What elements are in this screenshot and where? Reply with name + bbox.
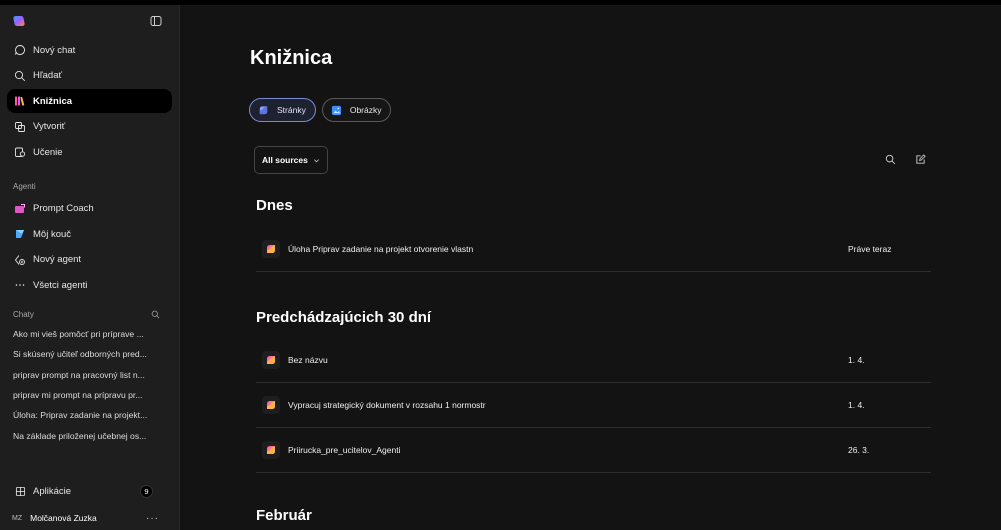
my-coach-icon bbox=[13, 227, 27, 241]
prompt-coach-icon bbox=[13, 202, 27, 216]
learning-icon bbox=[13, 145, 27, 159]
chat-title: Ako mi vieš pomôcť pri príprave ... bbox=[13, 329, 144, 340]
file-row[interactable]: Vypracuj strategický dokument v rozsahu … bbox=[256, 383, 931, 428]
chat-bubble-icon bbox=[13, 43, 27, 57]
sidebar-item-apps[interactable]: Aplikácie 9 bbox=[7, 479, 172, 503]
chat-title: Si skúsený učiteľ odborných pred... bbox=[13, 349, 147, 360]
chats-label-text: Chaty bbox=[13, 309, 34, 319]
sidebar-item-new-chat[interactable]: Nový chat bbox=[7, 38, 172, 62]
section-title-today: Dnes bbox=[256, 197, 293, 214]
sidebar-item-new-agent[interactable]: Nový agent bbox=[7, 247, 172, 273]
tab-images[interactable]: Obrázky bbox=[321, 98, 392, 122]
sidebar-item-my-coach[interactable]: Môj kouč bbox=[7, 222, 172, 248]
more-icon bbox=[13, 278, 27, 292]
chat-title: priprav prompt na pracovný list n... bbox=[13, 369, 145, 380]
file-name: Bez názvu bbox=[288, 355, 328, 365]
chats-section-label: Chaty bbox=[0, 304, 179, 324]
sidebar-toggle-icon[interactable] bbox=[150, 15, 162, 27]
sidebar-item-label: Všetci agenti bbox=[33, 279, 88, 291]
chevron-down-icon bbox=[313, 158, 319, 162]
file-name: Priirucka_pre_ucitelov_Agenti bbox=[288, 445, 401, 455]
sidebar-item-label: Vytvoriť bbox=[33, 121, 66, 132]
chat-title: Úloha: Priprav zadanie na projekt... bbox=[13, 410, 148, 421]
page-file-icon bbox=[262, 240, 280, 258]
apps-count-badge: 9 bbox=[140, 484, 153, 498]
page-file-icon bbox=[262, 441, 280, 459]
sidebar-item-label: Učenie bbox=[33, 146, 63, 158]
chat-history-item[interactable]: priprav mi prompt na prípravu pr... bbox=[0, 385, 179, 405]
section-title-february: Február bbox=[256, 507, 312, 524]
file-row[interactable]: Bez názvu 1. 4. bbox=[256, 338, 931, 383]
filter-label: All sources bbox=[262, 155, 308, 165]
file-row[interactable]: Úloha Priprav zadanie na projekt otvoren… bbox=[256, 227, 931, 272]
section-title-last-30-days: Predchádzajúcich 30 dní bbox=[256, 309, 432, 326]
create-icon bbox=[13, 120, 27, 134]
library-icon bbox=[13, 94, 27, 108]
apps-label: Aplikácie bbox=[33, 485, 72, 497]
sidebar-item-prompt-coach[interactable]: Prompt Coach bbox=[7, 196, 172, 222]
chat-history-item[interactable]: Si skúsený učiteľ odborných pred... bbox=[0, 344, 179, 364]
chat-history-item[interactable]: Úloha: Priprav zadanie na projekt... bbox=[0, 405, 179, 425]
sidebar-item-label: Knižnica bbox=[33, 95, 73, 107]
file-name: Vypracuj strategický dokument v rozsahu … bbox=[288, 400, 486, 410]
file-name: Úloha Priprav zadanie na projekt otvoren… bbox=[288, 244, 474, 254]
search-icon bbox=[13, 69, 27, 83]
sidebar-item-label: Hľadať bbox=[33, 70, 63, 81]
avatar: MZ bbox=[12, 514, 23, 522]
sidebar-item-label: Prompt Coach bbox=[33, 203, 94, 215]
chat-title: priprav mi prompt na prípravu pr... bbox=[13, 390, 143, 401]
edit-icon[interactable] bbox=[915, 154, 926, 165]
chat-history-list: Ako mi vieš pomôcť pri príprave ... Si s… bbox=[0, 324, 179, 446]
file-date: 1. 4. bbox=[848, 355, 865, 365]
sidebar-item-search[interactable]: Hľadať bbox=[7, 64, 172, 88]
user-more-icon[interactable]: ··· bbox=[146, 513, 159, 524]
sidebar: Nový chat Hľadať Knižnica Vytvoriť Učeni… bbox=[0, 5, 180, 530]
agents-label-text: Agenti bbox=[13, 181, 36, 191]
file-row[interactable]: Priirucka_pre_ucitelov_Agenti 26. 3. bbox=[256, 428, 931, 473]
tab-label: Obrázky bbox=[349, 105, 382, 115]
library-search-icon[interactable] bbox=[885, 154, 896, 165]
file-date: Práve teraz bbox=[848, 244, 892, 254]
image-icon bbox=[331, 105, 342, 116]
sidebar-item-all-agents[interactable]: Všetci agenti bbox=[7, 273, 172, 299]
tab-pages[interactable]: Stránky bbox=[249, 98, 316, 122]
page-file-icon bbox=[262, 396, 280, 414]
sidebar-header bbox=[0, 5, 179, 37]
sidebar-item-library[interactable]: Knižnica bbox=[7, 89, 172, 113]
page-title: Knižnica bbox=[250, 47, 333, 69]
sources-filter-dropdown[interactable]: All sources bbox=[254, 146, 328, 174]
apps-grid-icon bbox=[13, 484, 27, 498]
library-tabs: Stránky Obrázky bbox=[249, 98, 392, 122]
agents-list: Prompt Coach Môj kouč Nový agent Všetci … bbox=[0, 196, 179, 298]
chat-history-item[interactable]: Ako mi vieš pomôcť pri príprave ... bbox=[0, 324, 179, 344]
sidebar-nav: Nový chat Hľadať Knižnica Vytvoriť Učeni… bbox=[0, 38, 179, 164]
library-main: Knižnica Stránky Obrázky All sources Dne… bbox=[180, 5, 1001, 530]
agents-section-label: Agenti bbox=[0, 176, 179, 196]
app-window: Nový chat Hľadať Knižnica Vytvoriť Učeni… bbox=[0, 5, 1001, 530]
chat-history-item[interactable]: priprav prompt na pracovný list n... bbox=[0, 365, 179, 385]
sidebar-item-label: Môj kouč bbox=[33, 228, 72, 240]
user-profile[interactable]: MZ Molčanová Zuzka ··· bbox=[0, 506, 179, 530]
file-date: 26. 3. bbox=[848, 445, 870, 455]
sidebar-item-learning[interactable]: Učenie bbox=[7, 140, 172, 164]
copilot-logo-icon[interactable] bbox=[13, 15, 25, 27]
sidebar-item-create[interactable]: Vytvoriť bbox=[7, 115, 172, 139]
chat-title: Na základe priloženej učebnej os... bbox=[13, 430, 147, 441]
sidebar-item-label: Nový agent bbox=[33, 254, 82, 266]
tab-label: Stránky bbox=[277, 105, 306, 115]
new-agent-icon bbox=[13, 253, 27, 267]
sidebar-item-label: Nový chat bbox=[33, 44, 76, 56]
chat-history-item[interactable]: Na základe priloženej učebnej os... bbox=[0, 425, 179, 445]
user-name: Molčanová Zuzka bbox=[30, 513, 97, 523]
pages-icon bbox=[258, 105, 269, 116]
page-file-icon bbox=[262, 351, 280, 369]
chat-search-icon[interactable] bbox=[151, 310, 160, 319]
file-date: 1. 4. bbox=[848, 400, 865, 410]
